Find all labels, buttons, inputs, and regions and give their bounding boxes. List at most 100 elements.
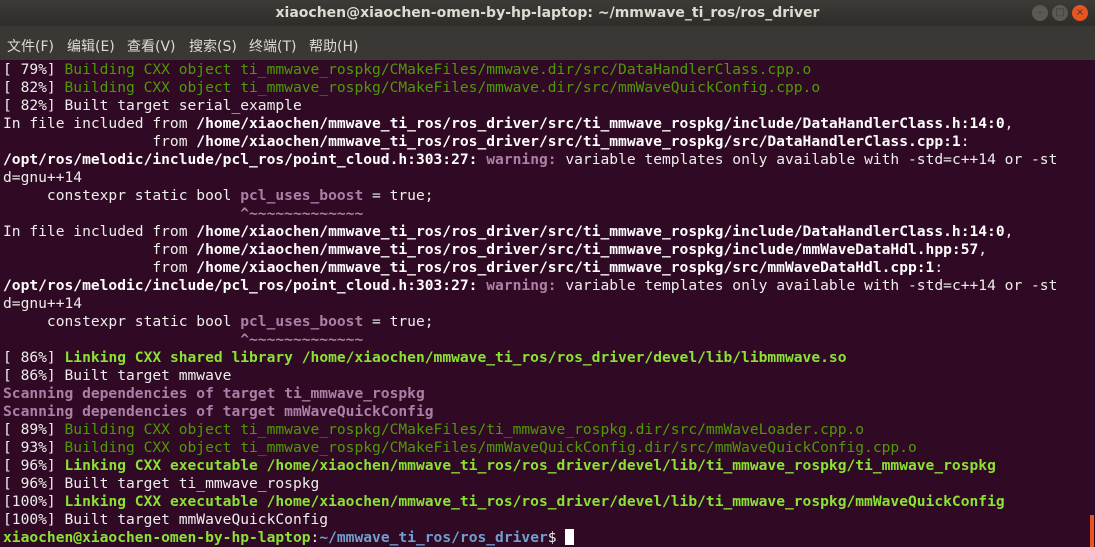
terminal-line: from /home/xiaochen/mmwave_ti_ros/ros_dr… <box>3 241 1057 259</box>
terminal-text: = true; <box>363 313 434 330</box>
terminal-line: /opt/ros/melodic/include/pcl_ros/point_c… <box>3 277 1057 295</box>
terminal-text: /home/xiaochen/mmwave_ti_ros/ros_driver/… <box>196 223 1005 240</box>
terminal-text: warning: <box>486 151 557 168</box>
terminal-text: from <box>3 133 197 150</box>
terminal-text: Linking CXX executable /home/xiaochen/mm… <box>64 457 996 474</box>
terminal-text: warning: <box>486 277 557 294</box>
scrollbar[interactable] <box>1088 60 1095 547</box>
terminal-text: Scanning dependencies of target ti_mmwav… <box>3 385 425 402</box>
terminal-text: , <box>1004 223 1014 240</box>
terminal-text: [ 89%] <box>3 421 65 438</box>
terminal-text: [100%] <box>3 493 65 510</box>
prompt-path: ~/mmwave_ti_ros/ros_driver <box>319 529 548 546</box>
terminal-text: , <box>1004 115 1014 132</box>
terminal-line: [ 86%] Built target mmwave <box>3 367 1057 385</box>
terminal-text: Building CXX object ti_mmwave_rospkg/CMa… <box>64 61 812 78</box>
terminal-line: d=gnu++14 <box>3 169 1057 187</box>
terminal-text: from <box>3 259 197 276</box>
terminal-line: from /home/xiaochen/mmwave_ti_ros/ros_dr… <box>3 133 1057 151</box>
terminal-line: [100%] Linking CXX executable /home/xiao… <box>3 493 1057 511</box>
terminal-lines: [ 79%] Building CXX object ti_mmwave_ros… <box>3 61 1057 547</box>
terminal-text: /home/xiaochen/mmwave_ti_ros/ros_driver/… <box>196 241 979 258</box>
terminal-text: from <box>3 241 197 258</box>
terminal-text: [100%] Built target mmWaveQuickConfig <box>3 511 329 528</box>
terminal-line: /opt/ros/melodic/include/pcl_ros/point_c… <box>3 151 1057 169</box>
terminal-text: [ 86%] <box>3 349 65 366</box>
scrollbar-thumb[interactable] <box>1090 515 1094 547</box>
terminal-text: /home/xiaochen/mmwave_ti_ros/ros_driver/… <box>196 115 1005 132</box>
terminal-text: In file included from <box>3 223 197 240</box>
menu-edit[interactable]: 编辑(E) <box>67 36 115 56</box>
terminal-line: [ 82%] Building CXX object ti_mmwave_ros… <box>3 79 1057 97</box>
menu-help[interactable]: 帮助(H) <box>309 36 358 56</box>
terminal-line: [100%] Built target mmWaveQuickConfig <box>3 511 1057 529</box>
menu-terminal[interactable]: 终端(T) <box>249 36 296 56</box>
prompt-symbol: $ <box>547 529 566 546</box>
menu-bar: 文件(F) 编辑(E) 查看(V) 搜索(S) 终端(T) 帮助(H) <box>0 26 1095 60</box>
terminal-cursor <box>565 529 575 545</box>
terminal-text: variable templates only available with -… <box>556 277 1058 294</box>
terminal-line: Scanning dependencies of target mmWaveQu… <box>3 403 1057 421</box>
terminal-text: Building CXX object ti_mmwave_rospkg/CMa… <box>64 421 865 438</box>
terminal-line: from /home/xiaochen/mmwave_ti_ros/ros_dr… <box>3 259 1057 277</box>
terminal-line: [ 86%] Linking CXX shared library /home/… <box>3 349 1057 367</box>
terminal-line: constexpr static bool pcl_uses_boost = t… <box>3 313 1057 331</box>
terminal-text: variable templates only available with -… <box>556 151 1058 168</box>
title-bar: xiaochen@xiaochen-omen-by-hp-laptop: ~/m… <box>0 0 1095 26</box>
terminal-text: d=gnu++14 <box>3 295 83 312</box>
terminal-line: [ 82%] Built target serial_example <box>3 97 1057 115</box>
close-icon[interactable]: × <box>1072 5 1088 21</box>
window-title: xiaochen@xiaochen-omen-by-hp-laptop: ~/m… <box>275 5 820 21</box>
terminal-text: [ 86%] Built target mmwave <box>3 367 232 384</box>
prompt-separator: : <box>310 529 320 546</box>
terminal-text: constexpr static bool <box>3 313 241 330</box>
terminal-text: [ 96%] <box>3 457 65 474</box>
terminal-line: [ 89%] Building CXX object ti_mmwave_ros… <box>3 421 1057 439</box>
terminal-line: In file included from /home/xiaochen/mmw… <box>3 223 1057 241</box>
terminal-text: /home/xiaochen/mmwave_ti_ros/ros_driver/… <box>196 133 961 150</box>
minimize-icon[interactable]: – <box>1032 5 1048 21</box>
menu-file[interactable]: 文件(F) <box>7 36 54 56</box>
terminal-text: /home/xiaochen/mmwave_ti_ros/ros_driver/… <box>196 259 935 276</box>
terminal-text: ^~~~~~~~~~~~~~ <box>240 331 364 348</box>
terminal-text: [ 82%] <box>3 79 65 96</box>
terminal-line: ^~~~~~~~~~~~~~ <box>3 205 1057 223</box>
terminal-text: , <box>978 241 988 258</box>
terminal-text: Linking CXX executable /home/xiaochen/mm… <box>64 493 1005 510</box>
terminal-text: [ 82%] Built target serial_example <box>3 97 302 114</box>
terminal-text: pcl_uses_boost <box>240 313 364 330</box>
terminal-line: Scanning dependencies of target ti_mmwav… <box>3 385 1057 403</box>
terminal-text: constexpr static bool <box>3 187 241 204</box>
menu-search[interactable]: 搜索(S) <box>189 36 237 56</box>
terminal-line: In file included from /home/xiaochen/mmw… <box>3 115 1057 133</box>
terminal-text: d=gnu++14 <box>3 169 83 186</box>
terminal-text: [ 96%] Built target ti_mmwave_rospkg <box>3 475 320 492</box>
menu-view[interactable]: 查看(V) <box>127 36 176 56</box>
terminal-line: [ 93%] Building CXX object ti_mmwave_ros… <box>3 439 1057 457</box>
terminal-output[interactable]: [ 79%] Building CXX object ti_mmwave_ros… <box>0 60 1088 547</box>
terminal-line: d=gnu++14 <box>3 295 1057 313</box>
terminal-text: /opt/ros/melodic/include/pcl_ros/point_c… <box>3 151 478 168</box>
terminal-text: ^~~~~~~~~~~~~~ <box>240 205 364 222</box>
maximize-icon[interactable]: □ <box>1052 5 1068 21</box>
terminal-text: [ 93%] <box>3 439 65 456</box>
terminal-line: [ 96%] Built target ti_mmwave_rospkg <box>3 475 1057 493</box>
terminal-text: Scanning dependencies of target mmWaveQu… <box>3 403 434 420</box>
terminal-text: [ 79%] <box>3 61 65 78</box>
terminal-text: Building CXX object ti_mmwave_rospkg/CMa… <box>64 439 917 456</box>
terminal-line: [ 96%] Linking CXX executable /home/xiao… <box>3 457 1057 475</box>
terminal-text: Building CXX object ti_mmwave_rospkg/CMa… <box>64 79 821 96</box>
prompt-user-host: xiaochen@xiaochen-omen-by-hp-laptop <box>3 529 311 546</box>
terminal-text: /opt/ros/melodic/include/pcl_ros/point_c… <box>3 277 478 294</box>
terminal-line: [ 79%] Building CXX object ti_mmwave_ros… <box>3 61 1057 79</box>
terminal-text: In file included from <box>3 115 197 132</box>
terminal-line: constexpr static bool pcl_uses_boost = t… <box>3 187 1057 205</box>
terminal-text: : <box>934 259 944 276</box>
prompt-line[interactable]: xiaochen@xiaochen-omen-by-hp-laptop:~/mm… <box>3 529 1057 547</box>
terminal-text: : <box>960 133 970 150</box>
terminal-text: = true; <box>363 187 434 204</box>
